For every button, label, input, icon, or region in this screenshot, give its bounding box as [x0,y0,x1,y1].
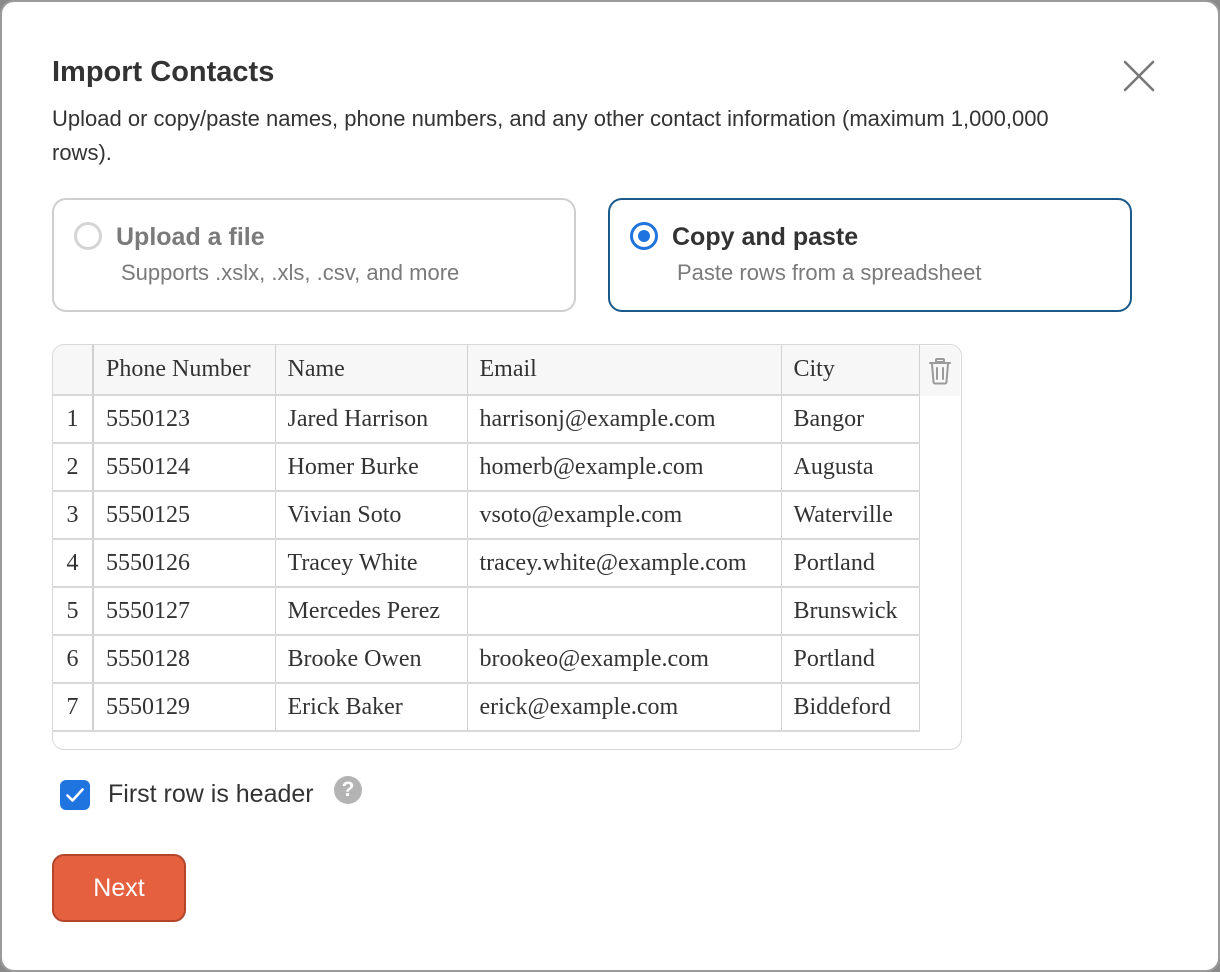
city-cell[interactable]: Biddeford [781,683,920,732]
table-row: 2 5550124 Homer Burke homerb@example.com… [53,443,920,492]
city-cell[interactable]: Portland [781,539,920,588]
row-index: 1 [53,395,94,444]
first-row-header-label: First row is header [108,780,314,808]
name-cell[interactable]: Vivian Soto [275,491,468,540]
row-index: 6 [53,635,94,684]
table-row: 1 5550123 Jared Harrison harrisonj@examp… [53,395,920,444]
table-row: 4 5550126 Tracey White tracey.white@exam… [53,539,920,588]
dialog-description: Upload or copy/paste names, phone number… [52,106,1049,165]
upload-file-radio[interactable] [74,222,102,250]
upload-file-option[interactable]: Upload a file Supports .xslx, .xls, .csv… [52,198,576,312]
name-cell[interactable]: Jared Harrison [275,395,468,444]
paste-grid: Phone Number Name Email City 1 5550123 J… [52,344,962,750]
row-index-header [53,345,94,396]
upload-file-description: Supports .xslx, .xls, .csv, and more [121,260,460,285]
column-header[interactable]: Email [467,345,782,396]
row-index: 2 [53,443,94,492]
phone-cell[interactable]: 5550126 [93,539,276,588]
name-cell[interactable]: Tracey White [275,539,468,588]
city-cell[interactable]: Bangor [781,395,920,444]
help-icon[interactable]: ? [334,776,362,804]
email-cell[interactable]: homerb@example.com [467,443,782,492]
email-cell[interactable] [467,587,782,636]
table-row: 3 5550125 Vivian Soto vsoto@example.com … [53,491,920,540]
phone-cell[interactable]: 5550129 [93,683,276,732]
row-index: 4 [53,539,94,588]
email-cell[interactable]: vsoto@example.com [467,491,782,540]
row-index: 5 [53,587,94,636]
next-button[interactable]: Next [52,854,186,922]
phone-cell[interactable]: 5550125 [93,491,276,540]
name-cell[interactable]: Homer Burke [275,443,468,492]
copy-paste-radio[interactable] [630,222,658,250]
upload-file-title: Upload a file [116,223,265,251]
name-cell[interactable]: Mercedes Perez [275,587,468,636]
table-header-row: Phone Number Name Email City [53,345,920,396]
table-row: 6 5550128 Brooke Owen brookeo@example.co… [53,635,920,684]
name-cell[interactable]: Erick Baker [275,683,468,732]
import-contacts-dialog: Import Contacts Upload or copy/paste nam… [0,0,1220,972]
phone-cell[interactable]: 5550124 [93,443,276,492]
email-cell[interactable]: brookeo@example.com [467,635,782,684]
dialog-title: Import Contacts [52,56,275,88]
city-cell[interactable]: Augusta [781,443,920,492]
column-header[interactable]: City [781,345,920,396]
table-row: 7 5550129 Erick Baker erick@example.com … [53,683,920,732]
phone-cell[interactable]: 5550123 [93,395,276,444]
contacts-table: Phone Number Name Email City 1 5550123 J… [53,345,920,732]
email-cell[interactable]: erick@example.com [467,683,782,732]
email-cell[interactable]: tracey.white@example.com [467,539,782,588]
phone-cell[interactable]: 5550127 [93,587,276,636]
city-cell[interactable]: Brunswick [781,587,920,636]
phone-cell[interactable]: 5550128 [93,635,276,684]
name-cell[interactable]: Brooke Owen [275,635,468,684]
trash-icon [929,358,951,385]
copy-paste-description: Paste rows from a spreadsheet [677,260,982,285]
column-header[interactable]: Name [275,345,468,396]
close-icon [1123,60,1155,92]
city-cell[interactable]: Waterville [781,491,920,540]
copy-paste-option[interactable]: Copy and paste Paste rows from a spreads… [608,198,1132,312]
close-button[interactable] [1119,56,1159,96]
row-index: 3 [53,491,94,540]
table-row: 5 5550127 Mercedes Perez Brunswick [53,587,920,636]
row-index: 7 [53,683,94,732]
first-row-header-checkbox[interactable] [60,780,90,810]
city-cell[interactable]: Portland [781,635,920,684]
clear-grid-button[interactable] [920,346,960,396]
check-icon [66,788,84,802]
copy-paste-title: Copy and paste [672,223,859,251]
column-header[interactable]: Phone Number [93,345,276,396]
email-cell[interactable]: harrisonj@example.com [467,395,782,444]
